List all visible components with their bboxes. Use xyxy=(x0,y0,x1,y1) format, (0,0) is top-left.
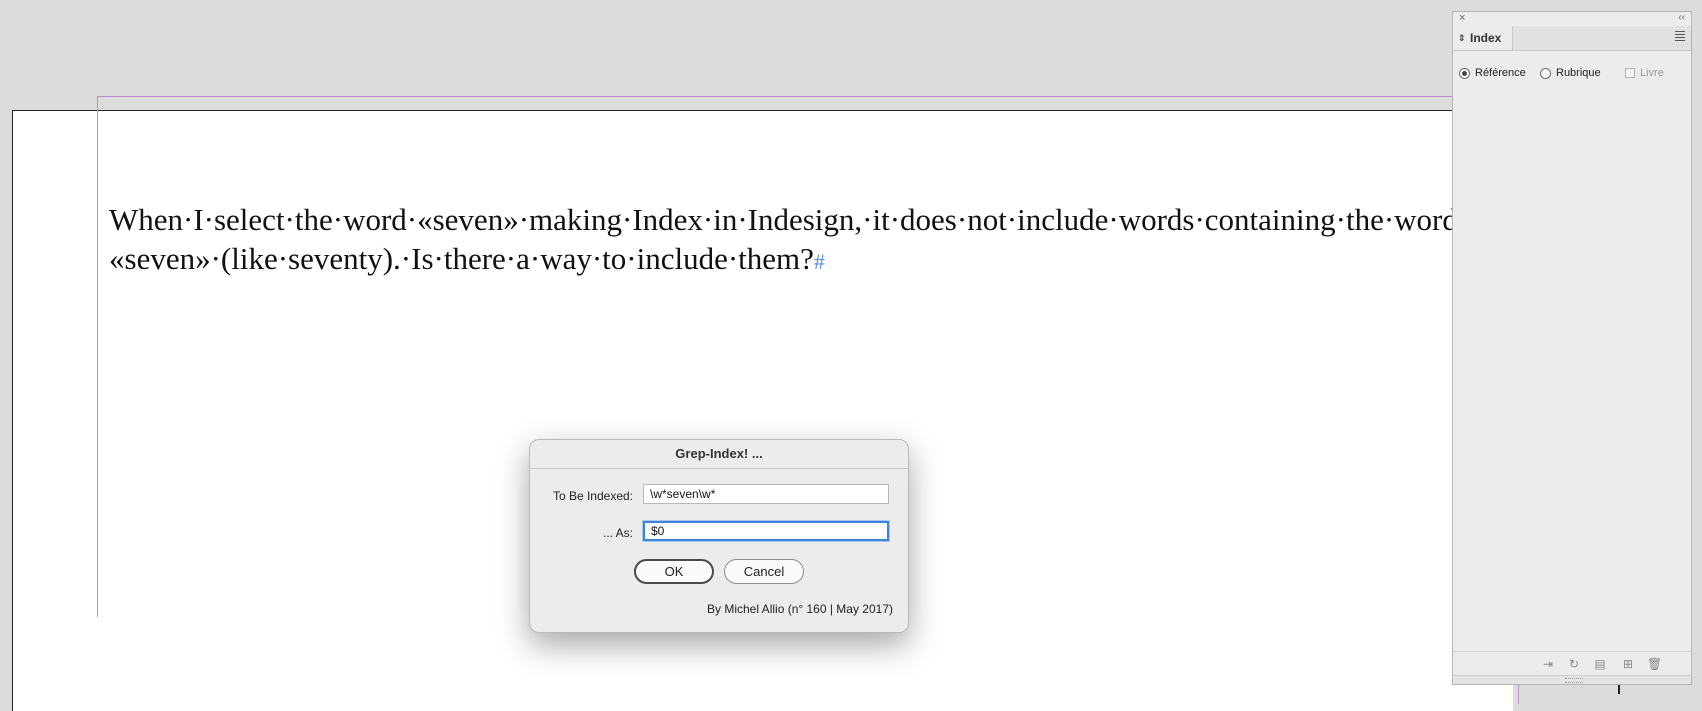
end-of-story-mark: # xyxy=(813,249,825,274)
close-icon[interactable]: × xyxy=(1459,12,1465,24)
reference-radio[interactable] xyxy=(1459,67,1470,79)
topic-radio[interactable] xyxy=(1540,67,1551,79)
collapse-icon[interactable]: ‹‹ xyxy=(1678,12,1685,24)
ok-button[interactable]: OK xyxy=(634,559,714,584)
as-input[interactable] xyxy=(643,521,889,541)
credit-text: By Michel Allio (n° 160 | May 2017) xyxy=(707,602,893,616)
topic-label: Rubrique xyxy=(1556,67,1601,79)
panel-resize-grip[interactable] xyxy=(1453,675,1691,684)
reference-label: Référence xyxy=(1475,67,1526,79)
cancel-button[interactable]: Cancel xyxy=(724,559,804,584)
index-panel: × ‹‹ ⇕ Index Référence Rubrique Livre ⇥ … xyxy=(1452,11,1692,685)
book-label: Livre xyxy=(1640,67,1664,79)
book-checkbox xyxy=(1625,68,1635,78)
panel-footer: ⇥ ↻ ▤ ⊞ 🗑 xyxy=(1453,651,1691,676)
story-line-2: «seven»·(like·seventy).·Is·there·a·way·t… xyxy=(109,239,1469,281)
story-line-1: When·I·select·the·word·«seven»·making·In… xyxy=(109,202,1458,237)
generate-index-icon[interactable]: ▤ xyxy=(1593,657,1607,671)
index-mode-options: Référence Rubrique Livre xyxy=(1459,64,1689,82)
panel-tab-bar: ⇕ Index xyxy=(1453,26,1691,51)
new-entry-icon[interactable]: ⊞ xyxy=(1621,657,1635,671)
tab-index[interactable]: ⇕ Index xyxy=(1453,26,1513,50)
topic-option[interactable]: Rubrique xyxy=(1540,64,1601,82)
reference-option[interactable]: Référence xyxy=(1459,64,1526,82)
to-be-indexed-input[interactable] xyxy=(643,484,889,504)
as-label: ... As: xyxy=(602,526,633,540)
grep-index-dialog: Grep-Index! ... To Be Indexed: ... As: O… xyxy=(529,439,909,633)
trash-icon[interactable]: 🗑 xyxy=(1647,657,1662,671)
story-text[interactable]: When·I·select·the·word·«seven»·making·In… xyxy=(109,200,1469,281)
story-line-2-text: «seven»·(like·seventy).·Is·there·a·way·t… xyxy=(109,241,814,276)
panel-menu-icon[interactable] xyxy=(1675,31,1685,43)
update-icon[interactable]: ↻ xyxy=(1567,657,1581,671)
dialog-title: Grep-Index! ... xyxy=(530,440,908,469)
tab-arrows-icon: ⇕ xyxy=(1458,33,1466,43)
book-option: Livre xyxy=(1625,64,1664,82)
tab-index-label: Index xyxy=(1470,31,1502,45)
to-be-indexed-label: To Be Indexed: xyxy=(552,489,633,503)
panel-title-bar[interactable]: × ‹‹ xyxy=(1453,12,1691,24)
goto-icon[interactable]: ⇥ xyxy=(1541,657,1555,671)
